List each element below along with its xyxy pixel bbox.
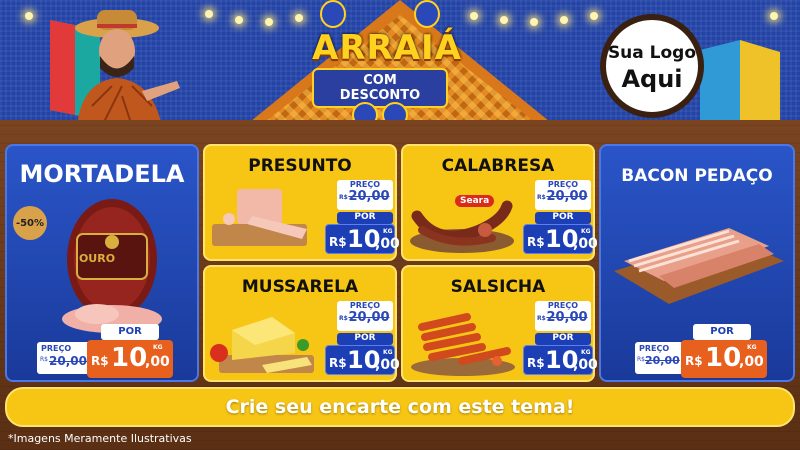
product-name: PRESUNTO — [248, 156, 352, 176]
product-card-mussarela: MUSSARELA PREÇO R$ 20,00 POR R$ 10 KG ,0… — [203, 265, 400, 382]
por-label: POR — [535, 333, 591, 345]
por-label: POR — [101, 324, 159, 340]
balloon-icon — [414, 0, 440, 28]
logo-placeholder: Sua Logo Aqui — [600, 14, 704, 118]
light-bulb — [590, 12, 598, 20]
price-tag: R$ 10 KG ,00 — [523, 224, 598, 254]
light-bulb — [205, 10, 213, 18]
price-tag: R$ 10 KG ,00 — [523, 345, 598, 375]
price-unit: KG — [581, 349, 591, 356]
old-price-label: PREÇO — [547, 301, 579, 310]
price-currency: R$ — [91, 354, 109, 368]
price-cents: ,00 — [739, 354, 764, 370]
price-unit: KG — [581, 228, 591, 235]
light-bulb — [560, 16, 568, 24]
product-name: MORTADELA — [19, 160, 185, 188]
old-price-box: PREÇO R$ 20,00 — [535, 180, 591, 210]
product-name: BACON PEDAÇO — [621, 166, 773, 186]
price-cents: ,00 — [375, 236, 400, 252]
logo-placeholder-line1: Sua Logo — [607, 43, 697, 63]
price-currency: R$ — [527, 235, 545, 249]
old-price-box: PREÇO R$ 20,00 — [535, 301, 591, 331]
light-bulb — [500, 16, 508, 24]
brand-label: Seara — [455, 195, 495, 207]
old-price-label: PREÇO — [639, 344, 670, 353]
old-price: 20,00 — [546, 310, 588, 325]
logo-title: ARRAIÁ — [312, 28, 462, 68]
price-int: 10 — [705, 343, 742, 373]
price-currency: R$ — [685, 354, 703, 368]
mussarela-image — [210, 317, 314, 373]
price-int: 10 — [111, 343, 148, 373]
old-price-box: PREÇO R$ 20,00 — [37, 342, 91, 374]
price-currency: R$ — [527, 356, 545, 370]
old-price-box: PREÇO R$ 20,00 — [337, 301, 393, 331]
price-currency: R$ — [329, 235, 347, 249]
old-price: 20,00 — [546, 189, 588, 204]
product-name: SALSICHA — [450, 277, 546, 297]
old-price-label: PREÇO — [349, 301, 381, 310]
price-tag: R$ 10 KG ,00 — [325, 345, 400, 375]
light-bulb — [530, 18, 538, 26]
old-price-box: PREÇO R$ 20,00 — [337, 180, 393, 210]
price-unit: KG — [153, 344, 163, 351]
light-bulb — [235, 16, 243, 24]
product-card-salsicha: SALSICHA PREÇO R$ 20,00 POR R$ 10 KG ,00 — [401, 265, 598, 382]
old-price-box: PREÇO R$ 20,00 — [635, 342, 683, 374]
arraia-logo: ARRAIÁ COM DESCONTO — [312, 28, 462, 108]
product-card-mortadela: MORTADELA -50% OURO PREÇO R$ 20,00 POR R… — [5, 144, 199, 382]
bacon-image — [614, 228, 784, 304]
old-price: 20,00 — [348, 189, 390, 204]
header-banner: ARRAIÁ COM DESCONTO Sua Logo Aqui — [0, 0, 800, 132]
presunto-image — [212, 189, 307, 246]
light-bulb — [295, 14, 303, 22]
price-cents: ,00 — [573, 357, 598, 373]
price-unit: KG — [747, 344, 757, 351]
light-bulb — [25, 12, 33, 20]
old-price: 20,00 — [49, 354, 87, 368]
old-price-label: PREÇO — [41, 344, 72, 353]
disclaimer: *Imagens Meramente Ilustrativas — [8, 432, 192, 445]
old-price: 20,00 — [645, 354, 680, 367]
old-price-label: PREÇO — [547, 180, 579, 189]
price-cents: ,00 — [145, 354, 170, 370]
festa-flag-icon — [700, 40, 780, 130]
product-card-presunto: PRESUNTO PREÇO R$ 20,00 POR R$ 10 KG ,00 — [203, 144, 400, 261]
por-label: POR — [693, 324, 751, 340]
light-bulb — [470, 12, 478, 20]
price-tag: R$ 10 KG ,00 — [325, 224, 400, 254]
price-cents: ,00 — [573, 236, 598, 252]
price-unit: KG — [383, 228, 393, 235]
price-cents: ,00 — [375, 357, 400, 373]
logo-placeholder-line2: Aqui — [621, 65, 683, 93]
light-bulb — [265, 18, 273, 26]
product-card-calabresa: CALABRESA Seara PREÇO R$ 20,00 POR R$ 10… — [401, 144, 598, 261]
light-bulb — [770, 12, 778, 20]
brand-label: OURO — [78, 252, 116, 265]
price-currency: R$ — [329, 356, 347, 370]
por-label: POR — [337, 333, 393, 345]
old-price-label: PREÇO — [349, 180, 381, 189]
price-tag: R$ 10 KG ,00 — [681, 340, 767, 378]
price-tag: R$ 10 KG ,00 — [87, 340, 173, 378]
discount-badge: -50% — [13, 206, 47, 240]
man-in-straw-hat-image — [75, 10, 180, 126]
cta-banner[interactable]: Crie seu encarte com este tema! — [5, 387, 795, 427]
price-unit: KG — [383, 349, 393, 356]
old-price-prefix: R$ — [40, 356, 48, 363]
product-name: MUSSARELA — [241, 277, 359, 297]
por-label: POR — [535, 212, 591, 224]
por-label: POR — [337, 212, 393, 224]
salsicha-image — [411, 313, 515, 376]
balloon-icon — [320, 0, 346, 28]
old-price: 20,00 — [348, 310, 390, 325]
product-card-bacon: BACON PEDAÇO PREÇO R$ 20,00 POR R$ 10 KG… — [599, 144, 795, 382]
old-price-prefix: R$ — [637, 356, 645, 363]
cta-text: Crie seu encarte com este tema! — [225, 396, 575, 418]
product-name: CALABRESA — [441, 156, 555, 176]
